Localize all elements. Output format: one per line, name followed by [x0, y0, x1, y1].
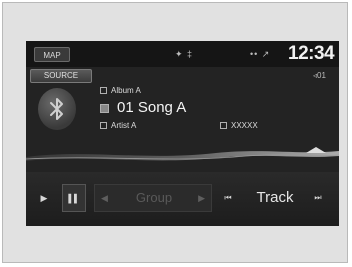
song-title: 01 Song A [117, 99, 187, 116]
track-label: Track [256, 189, 294, 206]
track-number: ◃01 [313, 71, 326, 80]
manual-figure-frame: MAP ✦ ‡ •• ↗ 12:34 SOURCE ◃01 Album A 01… [2, 2, 348, 263]
artist-name: Artist A [111, 121, 137, 130]
group-next-button[interactable]: ▶ [198, 185, 205, 211]
status-bar: MAP ✦ ‡ •• ↗ 12:34 [26, 41, 339, 67]
song-row: 01 Song A [100, 99, 186, 116]
album-icon [100, 87, 107, 95]
pause-button[interactable]: ▌▌ [62, 184, 86, 212]
track-next-button[interactable]: ⏭ [304, 184, 332, 212]
bluetooth-icon [38, 88, 76, 130]
album-name: Album A [111, 86, 141, 95]
source-button[interactable]: SOURCE [30, 69, 92, 83]
connection-status-icons: ✦ ‡ [175, 49, 194, 59]
wave-decoration [26, 147, 339, 161]
audio-screen: MAP ✦ ‡ •• ↗ 12:34 SOURCE ◃01 Album A 01… [26, 41, 339, 226]
extra-info-icon [220, 122, 227, 130]
map-button[interactable]: MAP [34, 47, 70, 62]
clock: 12:34 [288, 43, 335, 64]
group-prev-button[interactable]: ◀ [101, 185, 108, 211]
artist-icon [100, 122, 107, 130]
control-bar: ▶ ▌▌ ◀ Group ▶ ⏮ Track ⏭ [26, 172, 339, 226]
extra-row: XXXXX [220, 121, 258, 130]
album-row: Album A [100, 86, 141, 95]
signal-status-icons: •• ↗ [250, 49, 271, 59]
group-selector: ◀ Group ▶ [94, 184, 212, 212]
play-button[interactable]: ▶ [32, 184, 56, 212]
artist-row: Artist A [100, 121, 136, 130]
extra-info: XXXXX [231, 121, 258, 130]
track-prev-button[interactable]: ⏮ [216, 184, 240, 212]
song-icon [100, 103, 109, 113]
group-label: Group [135, 190, 173, 205]
